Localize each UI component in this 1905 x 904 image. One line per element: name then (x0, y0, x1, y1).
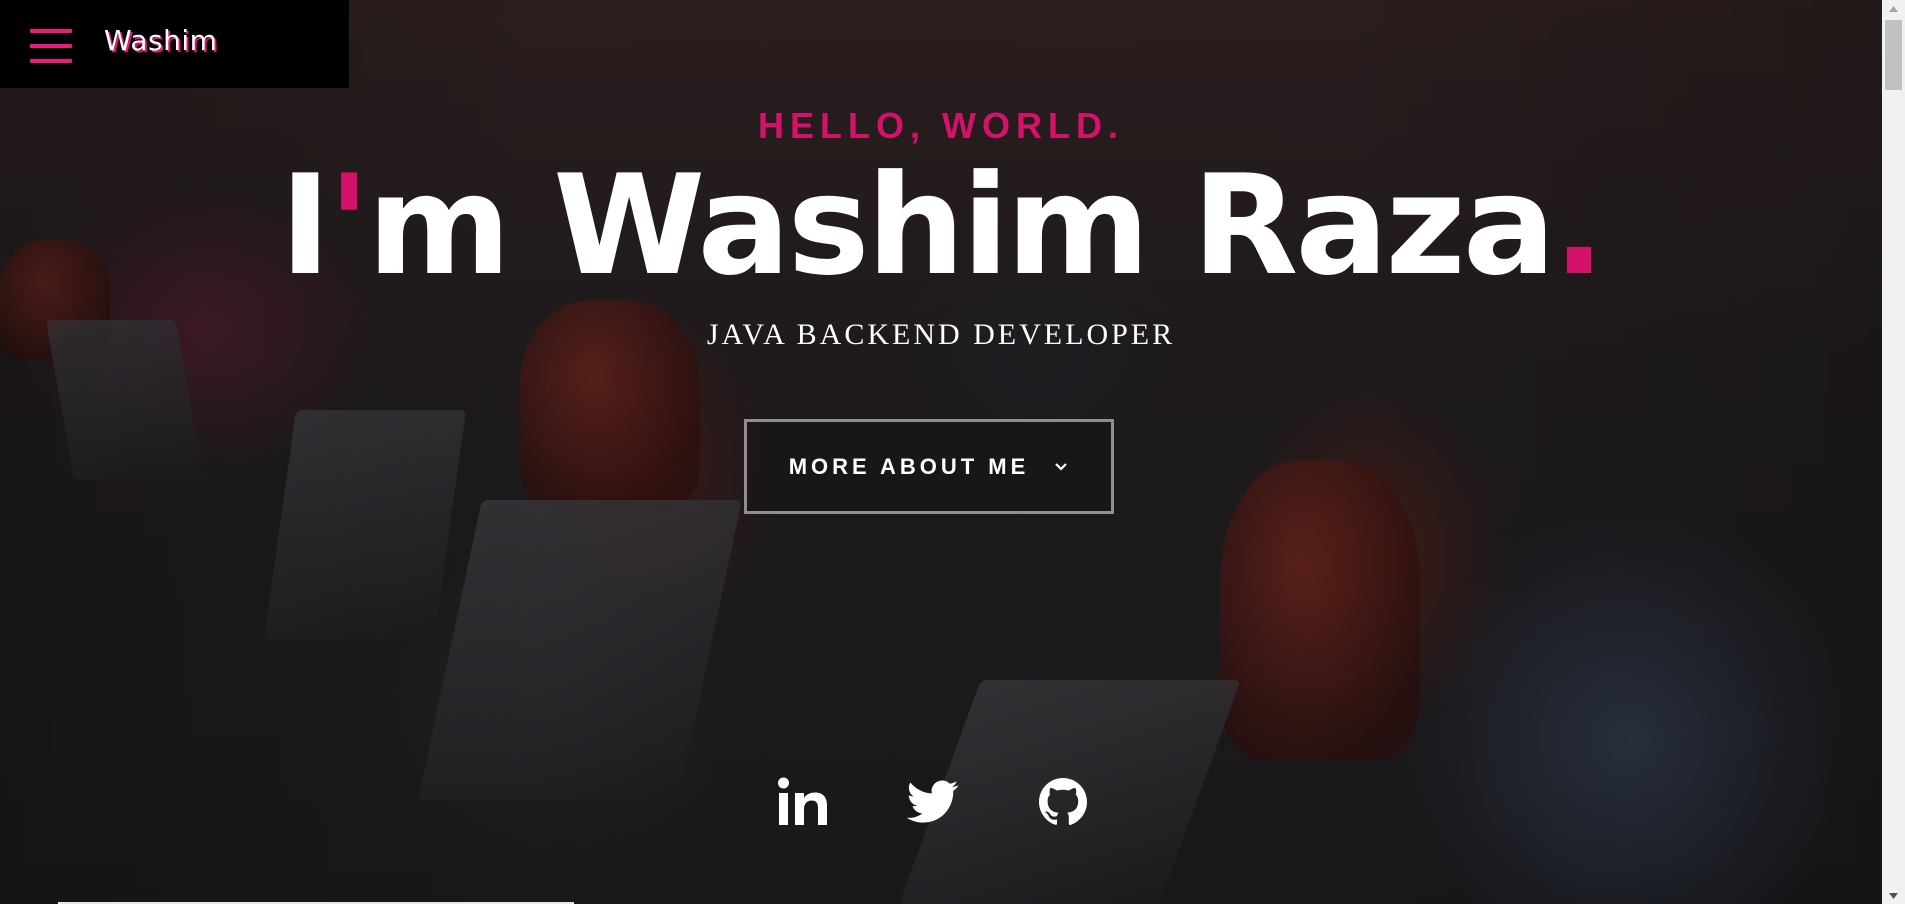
hero-section: Washim HELLO, WORLD. I'm Washim Raza. JA… (0, 0, 1882, 904)
name-accent-dot: . (1552, 145, 1605, 306)
hero-headline: I'm Washim Raza. (0, 150, 1882, 302)
more-about-me-button[interactable]: MORE ABOUT ME (744, 419, 1114, 514)
scroll-up-arrow-icon[interactable] (1882, 0, 1905, 17)
chevron-down-icon (1055, 462, 1068, 471)
vertical-scrollbar[interactable] (1882, 0, 1905, 904)
twitter-icon[interactable] (906, 775, 960, 829)
scroll-down-arrow-icon[interactable] (1882, 887, 1905, 904)
github-icon[interactable] (1036, 775, 1090, 829)
header-bar: Washim (0, 0, 349, 88)
name-text: I'm Washim Raza (279, 145, 1556, 306)
greeting-text: HELLO, WORLD. (758, 105, 1124, 146)
name-apostrophe: ' (328, 145, 370, 306)
scroll-thumb[interactable] (1885, 20, 1902, 90)
more-about-me-label: MORE ABOUT ME (788, 453, 1030, 479)
role-text: JAVA BACKEND DEVELOPER (706, 318, 1176, 351)
hamburger-icon[interactable] (30, 29, 72, 63)
linkedin-icon[interactable] (776, 775, 830, 829)
brand-logo[interactable]: Washim (104, 24, 217, 57)
